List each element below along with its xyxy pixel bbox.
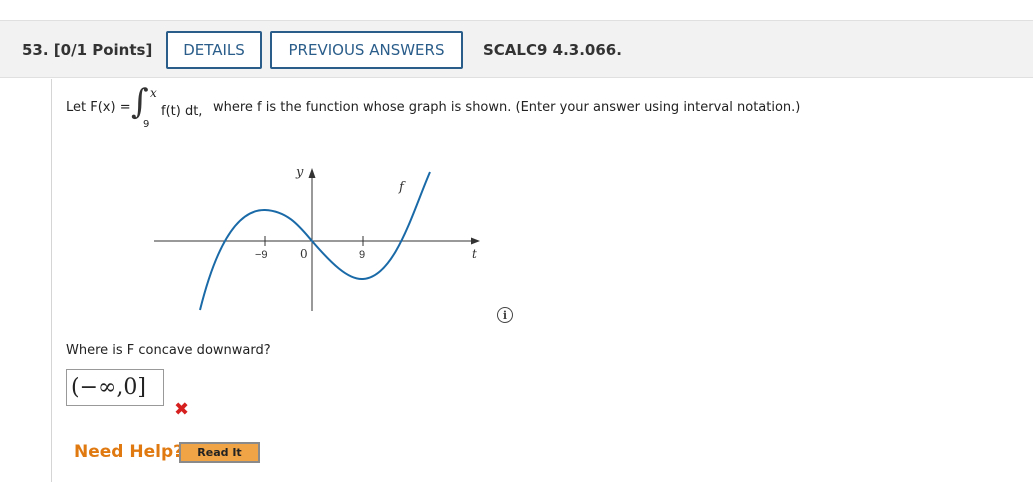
question-header: 53. [0/1 Points] DETAILS PREVIOUS ANSWER… <box>0 20 1033 78</box>
tick-label-pos: 9 <box>359 249 365 261</box>
function-label: f <box>398 180 406 195</box>
answer-field[interactable]: (−∞,0] <box>66 369 164 406</box>
integral-symbol: ∫ <box>131 82 149 122</box>
read-it-button[interactable]: Read It <box>179 442 260 463</box>
t-axis-label: t <box>472 247 477 261</box>
integrand: f(t) dt, <box>161 104 203 119</box>
previous-answers-button[interactable]: PREVIOUS ANSWERS <box>270 31 463 69</box>
integral-lower-limit: 9 <box>143 119 150 130</box>
info-icon[interactable]: i <box>497 307 513 323</box>
y-axis-arrow <box>308 168 316 178</box>
tick-label-neg: −9 <box>255 249 268 261</box>
content-left-border <box>51 79 52 482</box>
question-text: Where is F concave downward? <box>66 343 271 358</box>
tick-label-zero: 0 <box>300 247 308 261</box>
question-number: 53. [0/1 Points] <box>22 41 153 59</box>
x-mark-icon: ✖ <box>174 399 190 420</box>
t-axis-arrow <box>471 237 480 245</box>
problem-code: SCALC9 4.3.066. <box>483 41 622 59</box>
details-button[interactable]: DETAILS <box>166 31 262 69</box>
function-graph: y t f −9 0 9 <box>154 165 480 311</box>
prompt-let-text: Let F(x) = <box>66 100 131 115</box>
need-help-label: Need Help? <box>74 442 183 462</box>
y-axis-label: y <box>295 165 304 180</box>
prompt-description: where f is the function whose graph is s… <box>213 100 801 115</box>
integral-upper-limit: x <box>150 86 157 100</box>
